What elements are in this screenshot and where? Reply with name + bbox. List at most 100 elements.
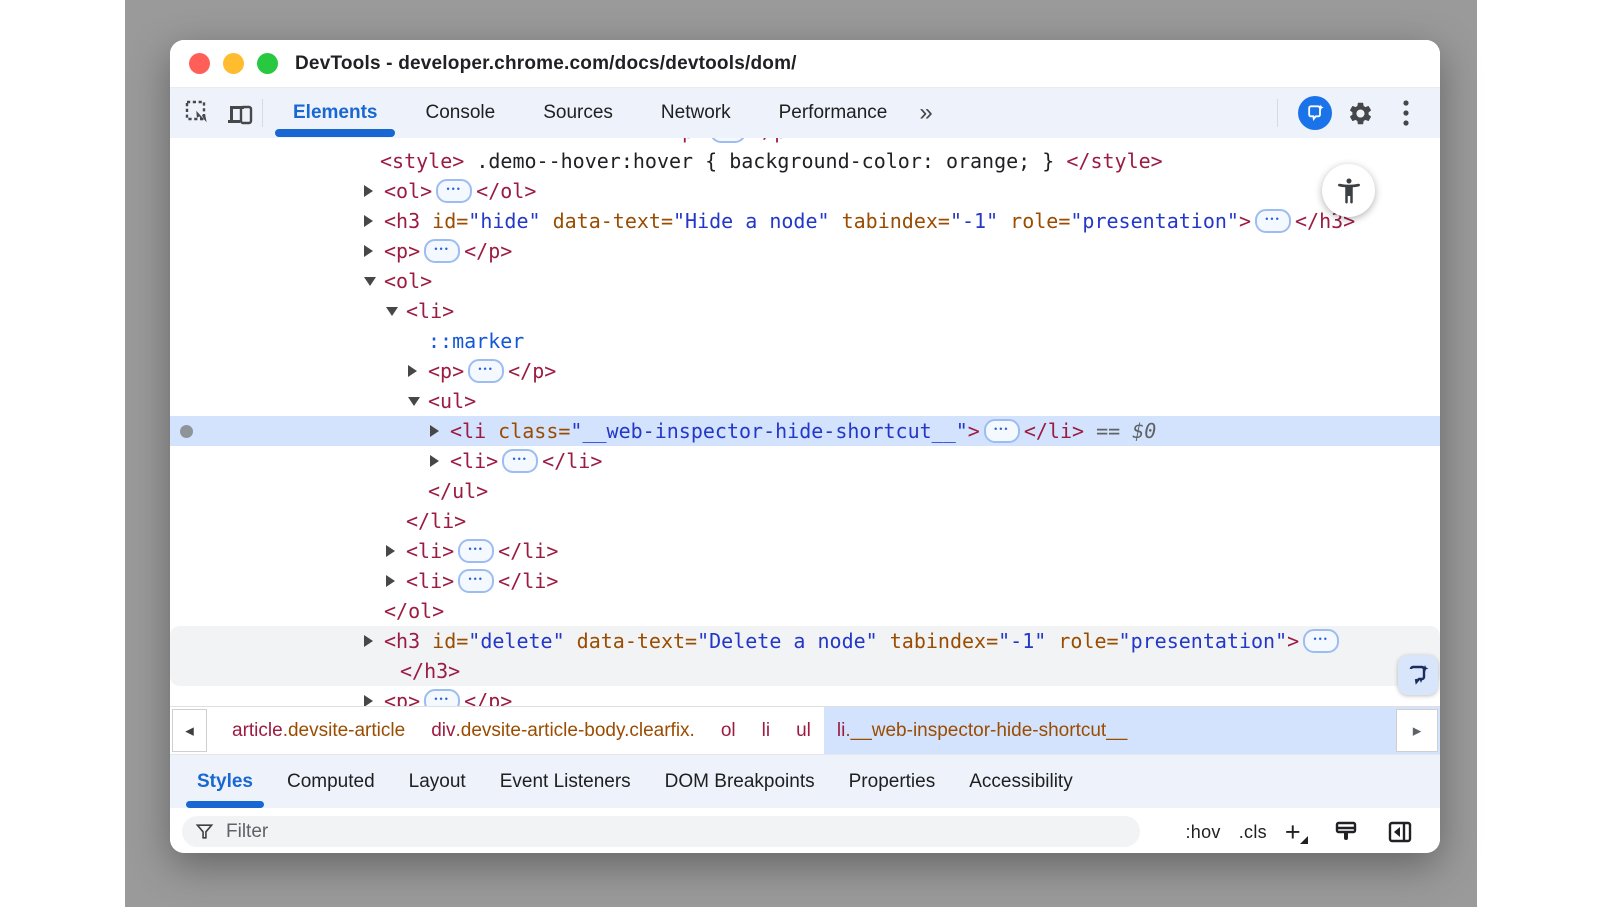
code-val: "-1" xyxy=(998,629,1046,653)
sidebar-tabs: StylesComputedLayoutEvent ListenersDOM B… xyxy=(170,754,1440,808)
collapsed-children-pill[interactable]: ••• xyxy=(436,179,472,203)
collapsed-children-pill[interactable]: ••• xyxy=(1303,629,1339,653)
dom-tree-row[interactable]: <style> .demo--hover:hover { background-… xyxy=(170,146,1440,176)
expand-arrow-icon[interactable] xyxy=(364,185,373,197)
toggle-cls[interactable]: .cls xyxy=(1239,822,1267,843)
kebab-menu-icon[interactable] xyxy=(1390,97,1422,129)
crumb-tag: ul xyxy=(796,720,811,742)
sidebar-tab-accessibility[interactable]: Accessibility xyxy=(952,755,1089,808)
sidebar-tab-dom-breakpoints[interactable]: DOM Breakpoints xyxy=(648,755,832,808)
dom-tree-row[interactable]: <p>•••</p> xyxy=(170,356,1440,386)
devtools-window: DevTools - developer.chrome.com/docs/dev… xyxy=(170,40,1440,853)
ellipsis-dots: ••• xyxy=(1305,631,1337,648)
code-tag: </ol> xyxy=(476,179,536,203)
toggle-sidebar-icon[interactable] xyxy=(1384,816,1416,848)
expand-arrow-icon[interactable] xyxy=(364,245,373,257)
dom-tree-row[interactable]: </ul> xyxy=(170,476,1440,506)
dom-tree-row[interactable]: </li> xyxy=(170,506,1440,536)
collapse-arrow-icon[interactable] xyxy=(408,397,420,406)
tab-sources[interactable]: Sources xyxy=(519,88,637,138)
paint-brush-icon[interactable] xyxy=(1330,816,1362,848)
tab-network[interactable]: Network xyxy=(637,88,755,138)
crumb-tag: li xyxy=(762,720,770,742)
collapsed-children-pill[interactable]: ••• xyxy=(458,539,494,563)
collapsed-children-pill[interactable]: ••• xyxy=(502,449,538,473)
expand-arrow-icon[interactable] xyxy=(364,695,373,707)
tab-label: Sources xyxy=(543,102,613,124)
collapsed-children-pill[interactable]: ••• xyxy=(710,138,746,143)
dom-tree-row[interactable]: <li>•••</li> xyxy=(170,566,1440,596)
expand-arrow-icon[interactable] xyxy=(364,635,373,647)
zoom-window-button[interactable] xyxy=(257,53,278,74)
dom-tree-row[interactable]: <p>•••</p> xyxy=(170,236,1440,266)
breadcrumb-scroll-left-button[interactable]: ◂ xyxy=(172,709,207,752)
dom-tree-row[interactable]: </ol> xyxy=(170,596,1440,626)
breadcrumb-item[interactable]: li xyxy=(749,707,783,754)
breadcrumb-item[interactable]: article.devsite-article xyxy=(219,707,418,754)
dom-tree-row[interactable]: <li class="__web-inspector-hide-shortcut… xyxy=(170,416,1440,446)
ellipsis-dots: ••• xyxy=(426,241,458,258)
minimize-window-button[interactable] xyxy=(223,53,244,74)
breadcrumb-item[interactable]: ol xyxy=(708,707,749,754)
collapsed-children-pill[interactable]: ••• xyxy=(1255,209,1291,233)
code-val: "presentation" xyxy=(1070,209,1239,233)
active-tab-underline xyxy=(275,129,395,137)
code-tag: </ol> xyxy=(384,599,444,623)
device-toolbar-icon[interactable] xyxy=(224,97,256,129)
dom-tree-row[interactable]: <li>•••</li> xyxy=(170,536,1440,566)
dom-rows: <p>•••</p><style> .demo--hover:hover { b… xyxy=(170,138,1440,707)
sidebar-tab-layout[interactable]: Layout xyxy=(392,755,483,808)
toggle-hov[interactable]: :hov xyxy=(1185,822,1220,843)
filter-pill xyxy=(182,816,1140,847)
expand-arrow-icon[interactable] xyxy=(364,215,373,227)
ai-assistance-corner-button[interactable] xyxy=(1398,655,1438,695)
expand-arrow-icon[interactable] xyxy=(430,455,439,467)
expand-arrow-icon[interactable] xyxy=(408,365,417,377)
collapse-arrow-icon[interactable] xyxy=(364,277,376,286)
collapsed-children-pill[interactable]: ••• xyxy=(984,419,1020,443)
close-window-button[interactable] xyxy=(189,53,210,74)
code-tag: > xyxy=(1239,209,1251,233)
settings-gear-icon[interactable] xyxy=(1344,97,1376,129)
breadcrumb-scroll-right-button[interactable]: ▸ xyxy=(1396,709,1438,752)
sidebar-tab-properties[interactable]: Properties xyxy=(832,755,953,808)
breadcrumb-item[interactable]: ul xyxy=(783,707,824,754)
accessibility-widget-button[interactable] xyxy=(1322,164,1375,217)
dom-tree-row[interactable]: <li>•••</li> xyxy=(170,446,1440,476)
tab-console[interactable]: Console xyxy=(401,88,519,138)
code-val: "delete" xyxy=(468,629,564,653)
collapsed-children-pill[interactable]: ••• xyxy=(424,239,460,263)
expand-arrow-icon[interactable] xyxy=(386,545,395,557)
sidebar-tab-computed[interactable]: Computed xyxy=(270,755,392,808)
ai-assistance-icon[interactable] xyxy=(1298,96,1332,130)
ellipsis-dots: ••• xyxy=(1257,211,1289,228)
collapsed-children-pill[interactable]: ••• xyxy=(424,689,460,708)
dom-tree-row[interactable]: <li> xyxy=(170,296,1440,326)
more-tabs-icon[interactable]: » xyxy=(911,99,938,127)
sidebar-tab-event-listeners[interactable]: Event Listeners xyxy=(483,755,648,808)
tab-elements[interactable]: Elements xyxy=(269,88,401,138)
expand-arrow-icon[interactable] xyxy=(430,425,439,437)
collapsed-children-pill[interactable]: ••• xyxy=(468,359,504,383)
dom-tree-row[interactable]: <ol> xyxy=(170,266,1440,296)
dom-tree-row[interactable]: <h3 id="delete" data-text="Delete a node… xyxy=(170,626,1440,656)
dom-tree-row[interactable]: <p>•••</p> xyxy=(170,138,1440,146)
breadcrumb-item[interactable]: li.__web-inspector-hide-shortcut__ xyxy=(824,707,1140,754)
tab-label: Elements xyxy=(293,102,377,124)
collapsed-children-pill[interactable]: ••• xyxy=(458,569,494,593)
sidebar-tab-styles[interactable]: Styles xyxy=(180,755,270,808)
new-style-rule-button[interactable]: + xyxy=(1285,822,1308,842)
dom-tree-row[interactable]: <h3 id="hide" data-text="Hide a node" ta… xyxy=(170,206,1440,236)
dom-tree-row[interactable]: <p>•••</p> xyxy=(170,686,1440,707)
dom-tree-row[interactable]: <ol>•••</ol> xyxy=(170,176,1440,206)
tab-performance[interactable]: Performance xyxy=(755,88,912,138)
dom-tree-row[interactable]: ::marker xyxy=(170,326,1440,356)
dom-tree-row[interactable]: </h3> xyxy=(170,656,1440,686)
dom-tree-row[interactable]: <ul> xyxy=(170,386,1440,416)
inspect-element-icon[interactable] xyxy=(182,97,214,129)
breadcrumb-item[interactable]: div.devsite-article-body.clearfix. xyxy=(418,707,708,754)
collapse-arrow-icon[interactable] xyxy=(386,307,398,316)
expand-arrow-icon[interactable] xyxy=(386,575,395,587)
styles-filter-input[interactable] xyxy=(224,820,1078,844)
styles-filter-bar: :hov .cls + xyxy=(170,808,1440,853)
